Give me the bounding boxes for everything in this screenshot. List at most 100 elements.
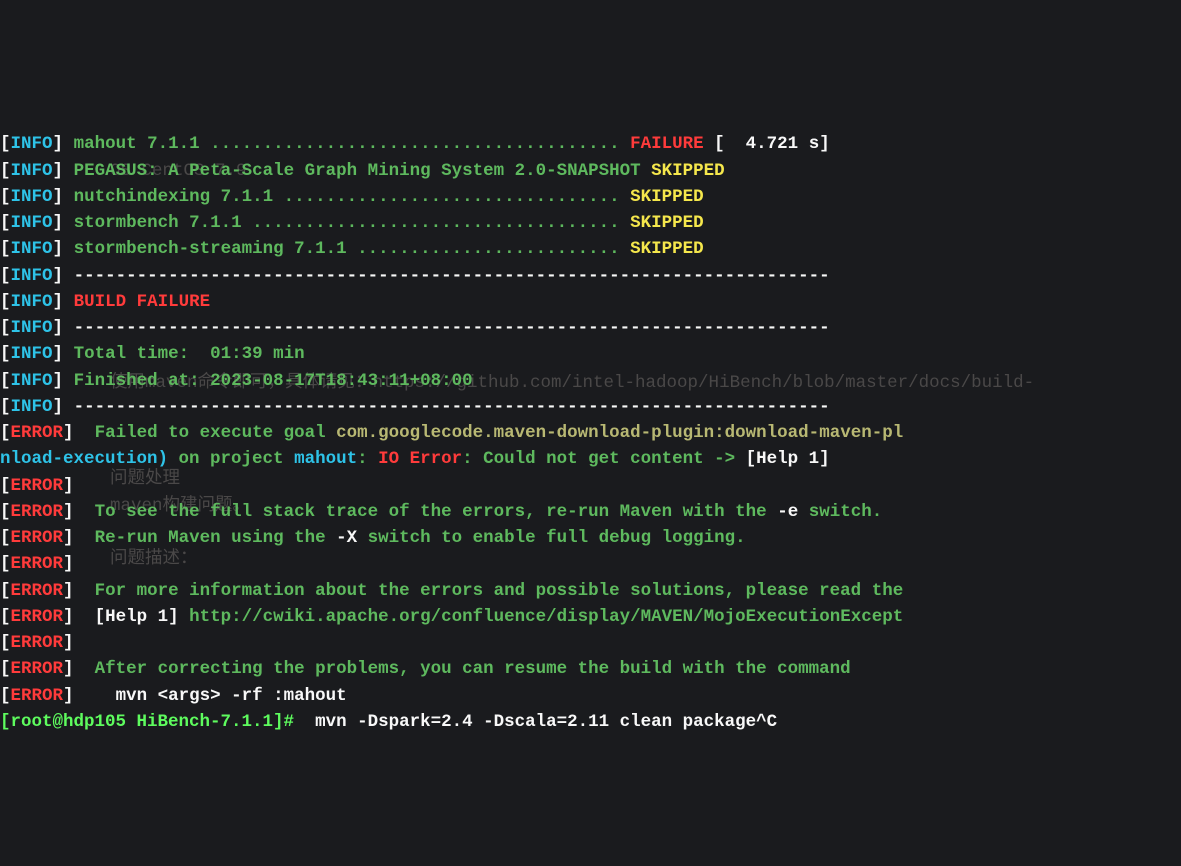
bracket: [	[0, 371, 11, 391]
log-line: [ERROR] Failed to execute goal com.googl…	[0, 420, 1181, 446]
bracket: ]	[63, 502, 74, 522]
log-level: ERROR	[11, 659, 64, 679]
log-line: [ERROR]	[0, 551, 1181, 577]
log-line: [INFO] stormbench 7.1.1 ................…	[0, 210, 1181, 236]
bracket: [	[0, 266, 11, 286]
bracket: ]	[53, 318, 64, 338]
bracket: ]	[53, 134, 64, 154]
log-level: INFO	[11, 213, 53, 233]
log-text: nload-execution)	[0, 449, 168, 469]
log-line: [INFO] ---------------------------------…	[0, 263, 1181, 289]
bracket: ]	[63, 633, 74, 653]
log-line: [ERROR] Re-run Maven using the -X switch…	[0, 525, 1181, 551]
terminal-output: [INFO] mahout 7.1.1 ....................…	[0, 131, 1181, 735]
log-text: FAILURE	[630, 134, 704, 154]
bracket: [	[0, 607, 11, 627]
bracket: [	[0, 397, 11, 417]
log-level: ERROR	[11, 686, 64, 706]
log-level: ERROR	[11, 554, 64, 574]
log-text: mvn <args> -rf :mahout	[116, 686, 347, 706]
log-text: com.googlecode.maven-download-plugin:dow…	[336, 423, 903, 443]
log-level: INFO	[11, 161, 53, 181]
log-text: switch.	[798, 502, 882, 522]
log-text: mahout 7.1.1 ...........................…	[74, 134, 631, 154]
bracket: ]	[53, 371, 64, 391]
log-text: SKIPPED	[651, 161, 725, 181]
log-text: PEGASUS: A Peta-Scale Graph Mining Syste…	[74, 161, 652, 181]
log-text: Failed to execute goal	[84, 423, 336, 443]
log-text: SKIPPED	[630, 213, 704, 233]
log-line: [ERROR] [Help 1] http://cwiki.apache.org…	[0, 604, 1181, 630]
log-text: ----------------------------------------…	[74, 318, 830, 338]
bracket: [	[0, 423, 11, 443]
log-level: INFO	[11, 134, 53, 154]
log-level: INFO	[11, 187, 53, 207]
bracket: ]	[63, 476, 74, 496]
log-line: [INFO] Finished at: 2023-08-17T18:43:11+…	[0, 368, 1181, 394]
bracket: ]	[53, 239, 64, 259]
bracket: ]	[53, 187, 64, 207]
log-text: BUILD FAILURE	[74, 292, 211, 312]
log-line: [ERROR] After correcting the problems, y…	[0, 656, 1181, 682]
log-level: ERROR	[11, 502, 64, 522]
bracket: ]	[63, 528, 74, 548]
bracket: [	[0, 502, 11, 522]
bracket: ]	[63, 686, 74, 706]
bracket: ]	[53, 161, 64, 181]
log-text: [Help 1]	[95, 607, 179, 627]
log-level: ERROR	[11, 423, 64, 443]
log-level: INFO	[11, 344, 53, 364]
log-text: -X	[336, 528, 357, 548]
log-text: [ 4.721 s]	[704, 134, 830, 154]
log-text: ----------------------------------------…	[74, 397, 830, 417]
bracket: [	[0, 476, 11, 496]
log-text: http://cwiki.apache.org/confluence/displ…	[179, 607, 904, 627]
log-line: [INFO] stormbench-streaming 7.1.1 ......…	[0, 236, 1181, 262]
log-text: mvn -Dspark=2.4 -Dscala=2.11 clean packa…	[305, 712, 778, 732]
log-text: stormbench 7.1.1 .......................…	[74, 213, 631, 233]
log-line: [INFO] Total time: 01:39 min	[0, 341, 1181, 367]
bracket: [	[0, 318, 11, 338]
log-line: nload-execution) on project mahout: IO E…	[0, 446, 1181, 472]
log-line: [INFO] PEGASUS: A Peta-Scale Graph Minin…	[0, 158, 1181, 184]
log-line: [ERROR] To see the full stack trace of t…	[0, 499, 1181, 525]
log-line: [root@hdp105 HiBench-7.1.1]# mvn -Dspark…	[0, 709, 1181, 735]
log-text: -e	[777, 502, 798, 522]
log-text: IO Error	[378, 449, 462, 469]
bracket: ]	[53, 266, 64, 286]
log-level: INFO	[11, 292, 53, 312]
log-line: [ERROR]	[0, 630, 1181, 656]
log-text: Re-run Maven using the	[84, 528, 336, 548]
log-text: SKIPPED	[630, 187, 704, 207]
bracket: [	[0, 161, 11, 181]
log-text: on project	[168, 449, 294, 469]
log-level: INFO	[11, 397, 53, 417]
log-line: [INFO] ---------------------------------…	[0, 315, 1181, 341]
log-level: ERROR	[11, 581, 64, 601]
log-line: [INFO] mahout 7.1.1 ....................…	[0, 131, 1181, 157]
log-line: [INFO] BUILD FAILURE	[0, 289, 1181, 315]
bracket: [	[0, 633, 11, 653]
log-text	[84, 686, 116, 706]
log-text: :	[357, 449, 378, 469]
log-line: [ERROR] For more information about the e…	[0, 578, 1181, 604]
log-text: Total time: 01:39 min	[74, 344, 305, 364]
log-text: nutchindexing 7.1.1 ....................…	[74, 187, 631, 207]
bracket: [	[0, 344, 11, 364]
log-text: After correcting the problems, you can r…	[84, 659, 851, 679]
log-text: Finished at: 2023-08-17T18:43:11+08:00	[74, 371, 473, 391]
bracket: [	[0, 528, 11, 548]
log-text: ----------------------------------------…	[74, 266, 830, 286]
log-text: SKIPPED	[630, 239, 704, 259]
log-text: For more information about the errors an…	[84, 581, 903, 601]
bracket: ]	[53, 292, 64, 312]
bracket: [	[0, 187, 11, 207]
bracket: [	[0, 239, 11, 259]
log-line: [ERROR] mvn <args> -rf :mahout	[0, 683, 1181, 709]
log-level: ERROR	[11, 476, 64, 496]
bracket: ]	[63, 581, 74, 601]
bracket: [	[0, 686, 11, 706]
bracket: [	[0, 134, 11, 154]
log-level: ERROR	[11, 633, 64, 653]
log-level: INFO	[11, 371, 53, 391]
